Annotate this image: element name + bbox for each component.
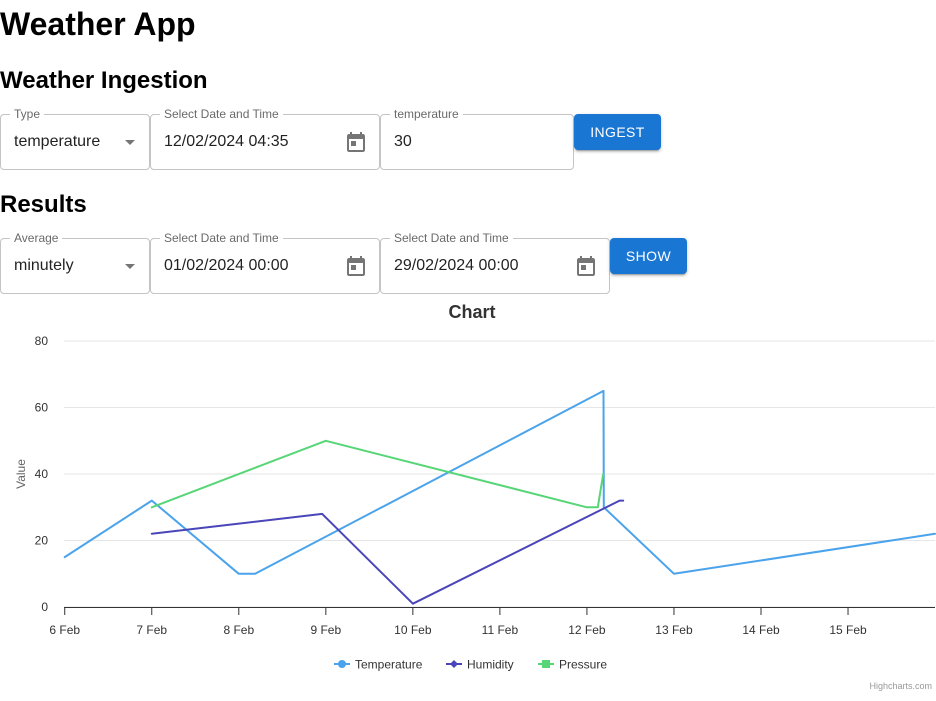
x-tick-label: 7 Feb <box>136 623 167 637</box>
ingest-button[interactable]: Ingest <box>574 114 661 150</box>
x-tick-label: 11 Feb <box>482 623 519 637</box>
end-datetime-field[interactable]: Select Date and Time 29/02/2024 00:00 <box>380 231 610 294</box>
calendar-icon[interactable] <box>574 255 598 284</box>
start-datetime-label: Select Date and Time <box>160 231 283 245</box>
chart-title: Chart <box>448 302 495 322</box>
series-line-temperature <box>63 389 936 575</box>
x-tick-label: 9 Feb <box>310 623 341 637</box>
legend-item-pressure[interactable]: Pressure <box>538 658 607 672</box>
chevron-down-icon <box>125 264 135 269</box>
type-select-label: Type <box>10 107 45 121</box>
end-datetime-label: Select Date and Time <box>390 231 513 245</box>
x-tick-label: 8 Feb <box>223 623 254 637</box>
type-select[interactable]: Type temperature <box>0 107 150 170</box>
series-line-humidity <box>150 499 625 605</box>
results-heading: Results <box>0 191 87 218</box>
average-select-value: minutely <box>14 257 74 274</box>
calendar-icon[interactable] <box>344 255 368 284</box>
y-tick-label: 40 <box>35 467 49 481</box>
chart: Chart 0 20 40 60 80 Value 6 Feb 7 Feb 8 Feb 9 Feb 1… <box>14 302 936 691</box>
average-select-label: Average <box>10 231 63 245</box>
value-input[interactable]: temperature 30 <box>380 107 574 170</box>
x-tick-label: 10 Feb <box>394 623 432 637</box>
legend-item-temperature[interactable]: Temperature <box>334 658 423 672</box>
y-tick-label: 80 <box>35 334 49 348</box>
x-tick-label: 13 Feb <box>655 623 693 637</box>
chevron-down-icon <box>125 140 135 145</box>
value-input-value: 30 <box>394 133 412 150</box>
x-tick-label: 6 Feb <box>49 623 80 637</box>
x-tick-label: 14 Feb <box>742 623 780 637</box>
legend-label: Temperature <box>355 658 423 672</box>
end-datetime-value: 29/02/2024 00:00 <box>394 257 519 274</box>
y-axis-label: Value <box>14 459 28 489</box>
y-tick-label: 20 <box>35 534 49 548</box>
legend-label: Pressure <box>559 658 607 672</box>
ingest-datetime-value: 12/02/2024 04:35 <box>164 133 289 150</box>
start-datetime-field[interactable]: Select Date and Time 01/02/2024 00:00 <box>150 231 380 294</box>
app-title: Weather App <box>0 6 196 42</box>
y-tick-label: 0 <box>41 600 48 614</box>
legend-label: Humidity <box>467 658 514 672</box>
type-select-value: temperature <box>14 133 101 150</box>
legend-marker-square <box>542 660 550 668</box>
average-select[interactable]: Average minutely <box>0 231 150 294</box>
chart-credits[interactable]: Highcharts.com <box>869 681 932 691</box>
ingest-datetime-field[interactable]: Select Date and Time 12/02/2024 04:35 <box>150 107 380 170</box>
show-button[interactable]: Show <box>610 238 687 274</box>
ingestion-heading: Weather Ingestion <box>0 67 208 94</box>
ingest-datetime-label: Select Date and Time <box>160 107 283 121</box>
start-datetime-value: 01/02/2024 00:00 <box>164 257 289 274</box>
legend-marker-circle <box>338 660 346 668</box>
legend-item-humidity[interactable]: Humidity <box>446 658 514 672</box>
x-tick-label: 12 Feb <box>568 623 606 637</box>
calendar-icon[interactable] <box>344 131 368 160</box>
y-tick-label: 60 <box>35 401 49 415</box>
legend-marker-diamond <box>450 660 458 668</box>
x-tick-label: 15 Feb <box>829 623 867 637</box>
value-input-label: temperature <box>390 107 463 121</box>
